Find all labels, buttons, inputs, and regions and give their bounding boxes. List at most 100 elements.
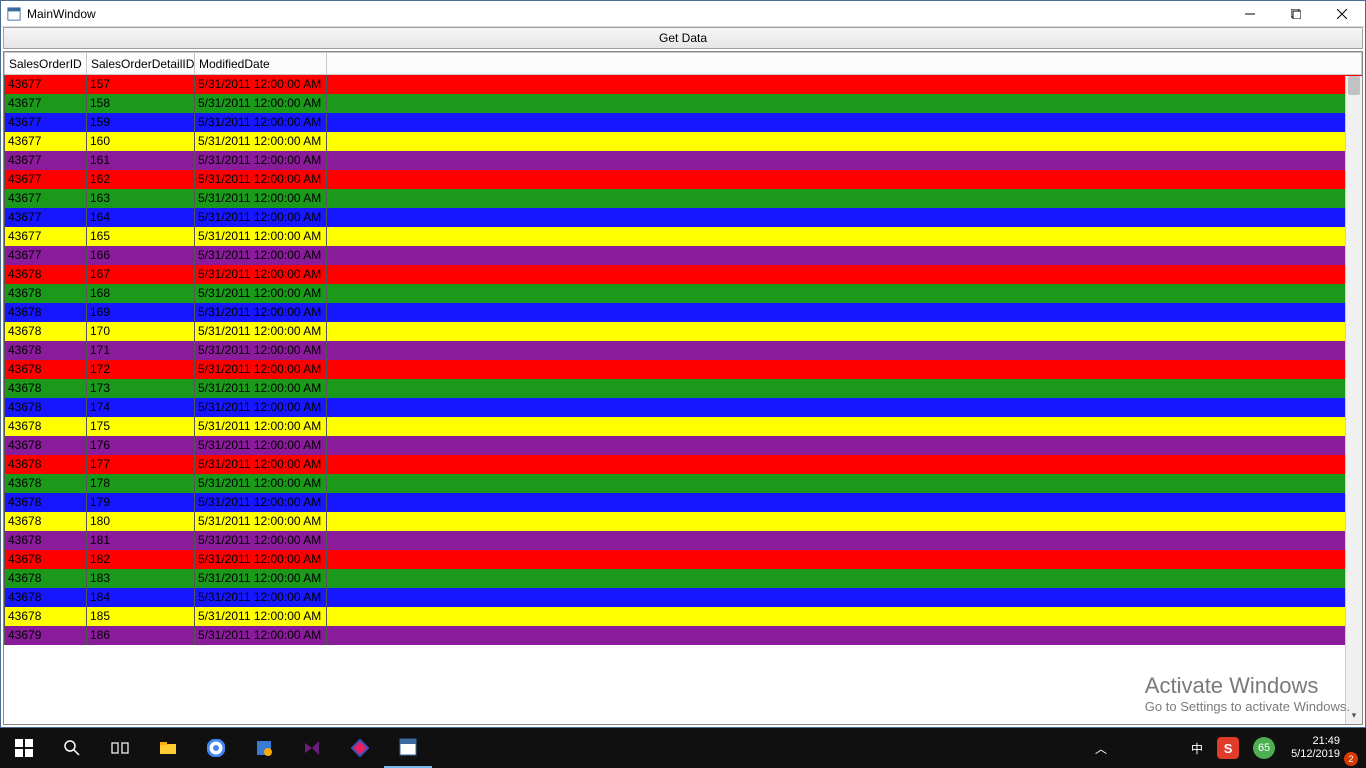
cell-modifieddate[interactable]: 5/31/2011 12:00:00 AM bbox=[195, 398, 327, 417]
start-button[interactable] bbox=[0, 728, 48, 768]
col-salesorderid[interactable]: SalesOrderID bbox=[5, 53, 87, 75]
cell-salesorderid[interactable]: 43678 bbox=[5, 474, 87, 493]
cell-salesorderid[interactable]: 43679 bbox=[5, 626, 87, 645]
cell-salesorderid[interactable]: 43678 bbox=[5, 265, 87, 284]
table-row[interactable]: 436781805/31/2011 12:00:00 AM bbox=[5, 512, 1362, 531]
cell-filler[interactable] bbox=[327, 94, 1362, 113]
table-row[interactable]: 436781675/31/2011 12:00:00 AM bbox=[5, 265, 1362, 284]
cell-salesorderdetailid[interactable]: 163 bbox=[87, 189, 195, 208]
table-row[interactable]: 436771635/31/2011 12:00:00 AM bbox=[5, 189, 1362, 208]
cell-modifieddate[interactable]: 5/31/2011 12:00:00 AM bbox=[195, 607, 327, 626]
cell-filler[interactable] bbox=[327, 132, 1362, 151]
cell-salesorderid[interactable]: 43677 bbox=[5, 151, 87, 170]
app-icon-2[interactable] bbox=[336, 728, 384, 768]
cell-salesorderdetailid[interactable]: 185 bbox=[87, 607, 195, 626]
cell-salesorderdetailid[interactable]: 169 bbox=[87, 303, 195, 322]
table-row[interactable]: 436781855/31/2011 12:00:00 AM bbox=[5, 607, 1362, 626]
table-row[interactable]: 436781685/31/2011 12:00:00 AM bbox=[5, 284, 1362, 303]
scrollbar-thumb[interactable] bbox=[1348, 76, 1360, 95]
taskbar-clock[interactable]: 21:49 5/12/2019 bbox=[1285, 735, 1346, 761]
cell-modifieddate[interactable]: 5/31/2011 12:00:00 AM bbox=[195, 246, 327, 265]
table-row[interactable]: 436781695/31/2011 12:00:00 AM bbox=[5, 303, 1362, 322]
cell-modifieddate[interactable]: 5/31/2011 12:00:00 AM bbox=[195, 379, 327, 398]
cell-modifieddate[interactable]: 5/31/2011 12:00:00 AM bbox=[195, 588, 327, 607]
table-row[interactable]: 436781845/31/2011 12:00:00 AM bbox=[5, 588, 1362, 607]
table-row[interactable]: 436781735/31/2011 12:00:00 AM bbox=[5, 379, 1362, 398]
table-row[interactable]: 436781715/31/2011 12:00:00 AM bbox=[5, 341, 1362, 360]
table-row[interactable]: 436781775/31/2011 12:00:00 AM bbox=[5, 455, 1362, 474]
cell-salesorderdetailid[interactable]: 184 bbox=[87, 588, 195, 607]
app-icon-1[interactable] bbox=[240, 728, 288, 768]
cell-salesorderid[interactable]: 43677 bbox=[5, 94, 87, 113]
cell-filler[interactable] bbox=[327, 151, 1362, 170]
cell-modifieddate[interactable]: 5/31/2011 12:00:00 AM bbox=[195, 170, 327, 189]
cell-modifieddate[interactable]: 5/31/2011 12:00:00 AM bbox=[195, 493, 327, 512]
cell-salesorderdetailid[interactable]: 181 bbox=[87, 531, 195, 550]
cell-salesorderdetailid[interactable]: 178 bbox=[87, 474, 195, 493]
battery-icon[interactable] bbox=[1145, 728, 1153, 768]
table-row[interactable]: 436771655/31/2011 12:00:00 AM bbox=[5, 227, 1362, 246]
tray-badge[interactable]: 65 bbox=[1249, 728, 1279, 768]
cell-salesorderid[interactable]: 43678 bbox=[5, 493, 87, 512]
cell-salesorderid[interactable]: 43677 bbox=[5, 227, 87, 246]
onedrive-icon[interactable] bbox=[1131, 728, 1139, 768]
cell-salesorderdetailid[interactable]: 183 bbox=[87, 569, 195, 588]
table-row[interactable]: 436781825/31/2011 12:00:00 AM bbox=[5, 550, 1362, 569]
task-view-button[interactable] bbox=[96, 728, 144, 768]
cell-filler[interactable] bbox=[327, 417, 1362, 436]
cell-salesorderdetailid[interactable]: 161 bbox=[87, 151, 195, 170]
tray-chevron-icon[interactable]: ︿ bbox=[1091, 728, 1111, 768]
file-explorer-icon[interactable] bbox=[144, 728, 192, 768]
cell-salesorderid[interactable]: 43677 bbox=[5, 113, 87, 132]
cell-salesorderid[interactable]: 43678 bbox=[5, 569, 87, 588]
table-row[interactable]: 436771595/31/2011 12:00:00 AM bbox=[5, 113, 1362, 132]
cell-filler[interactable] bbox=[327, 170, 1362, 189]
cell-salesorderid[interactable]: 43678 bbox=[5, 417, 87, 436]
cell-filler[interactable] bbox=[327, 569, 1362, 588]
current-app-icon[interactable] bbox=[384, 728, 432, 768]
cell-salesorderdetailid[interactable]: 162 bbox=[87, 170, 195, 189]
sogou-ime-icon[interactable]: S bbox=[1213, 728, 1243, 768]
vertical-scrollbar[interactable]: ▾ bbox=[1345, 76, 1362, 724]
cell-filler[interactable] bbox=[327, 189, 1362, 208]
cell-salesorderid[interactable]: 43677 bbox=[5, 246, 87, 265]
get-data-button[interactable]: Get Data bbox=[3, 27, 1363, 49]
cell-salesorderid[interactable]: 43678 bbox=[5, 512, 87, 531]
cell-filler[interactable] bbox=[327, 588, 1362, 607]
table-row[interactable]: 436781765/31/2011 12:00:00 AM bbox=[5, 436, 1362, 455]
cell-filler[interactable] bbox=[327, 113, 1362, 132]
cell-salesorderid[interactable]: 43678 bbox=[5, 284, 87, 303]
cell-salesorderdetailid[interactable]: 173 bbox=[87, 379, 195, 398]
cell-filler[interactable] bbox=[327, 493, 1362, 512]
table-row[interactable]: 436771575/31/2011 12:00:00 AM bbox=[5, 75, 1362, 94]
cell-modifieddate[interactable]: 5/31/2011 12:00:00 AM bbox=[195, 132, 327, 151]
visual-studio-icon[interactable] bbox=[288, 728, 336, 768]
cell-modifieddate[interactable]: 5/31/2011 12:00:00 AM bbox=[195, 208, 327, 227]
cell-salesorderdetailid[interactable]: 179 bbox=[87, 493, 195, 512]
cell-filler[interactable] bbox=[327, 265, 1362, 284]
table-row[interactable]: 436781705/31/2011 12:00:00 AM bbox=[5, 322, 1362, 341]
table-row[interactable]: 436771645/31/2011 12:00:00 AM bbox=[5, 208, 1362, 227]
cell-filler[interactable] bbox=[327, 284, 1362, 303]
table-row[interactable]: 436781795/31/2011 12:00:00 AM bbox=[5, 493, 1362, 512]
cell-salesorderdetailid[interactable]: 158 bbox=[87, 94, 195, 113]
table-row[interactable]: 436771625/31/2011 12:00:00 AM bbox=[5, 170, 1362, 189]
cell-salesorderid[interactable]: 43678 bbox=[5, 303, 87, 322]
cell-modifieddate[interactable]: 5/31/2011 12:00:00 AM bbox=[195, 284, 327, 303]
cell-modifieddate[interactable]: 5/31/2011 12:00:00 AM bbox=[195, 474, 327, 493]
table-row[interactable]: 436781785/31/2011 12:00:00 AM bbox=[5, 474, 1362, 493]
table-row[interactable]: 436781745/31/2011 12:00:00 AM bbox=[5, 398, 1362, 417]
cell-modifieddate[interactable]: 5/31/2011 12:00:00 AM bbox=[195, 455, 327, 474]
cell-filler[interactable] bbox=[327, 208, 1362, 227]
cell-salesorderid[interactable]: 43677 bbox=[5, 75, 87, 94]
cell-filler[interactable] bbox=[327, 341, 1362, 360]
cell-modifieddate[interactable]: 5/31/2011 12:00:00 AM bbox=[195, 151, 327, 170]
cell-filler[interactable] bbox=[327, 379, 1362, 398]
cell-salesorderid[interactable]: 43678 bbox=[5, 436, 87, 455]
shield-icon[interactable] bbox=[1117, 728, 1125, 768]
cell-salesorderid[interactable]: 43677 bbox=[5, 170, 87, 189]
cell-modifieddate[interactable]: 5/31/2011 12:00:00 AM bbox=[195, 569, 327, 588]
cell-filler[interactable] bbox=[327, 398, 1362, 417]
cell-modifieddate[interactable]: 5/31/2011 12:00:00 AM bbox=[195, 189, 327, 208]
cell-salesorderdetailid[interactable]: 176 bbox=[87, 436, 195, 455]
